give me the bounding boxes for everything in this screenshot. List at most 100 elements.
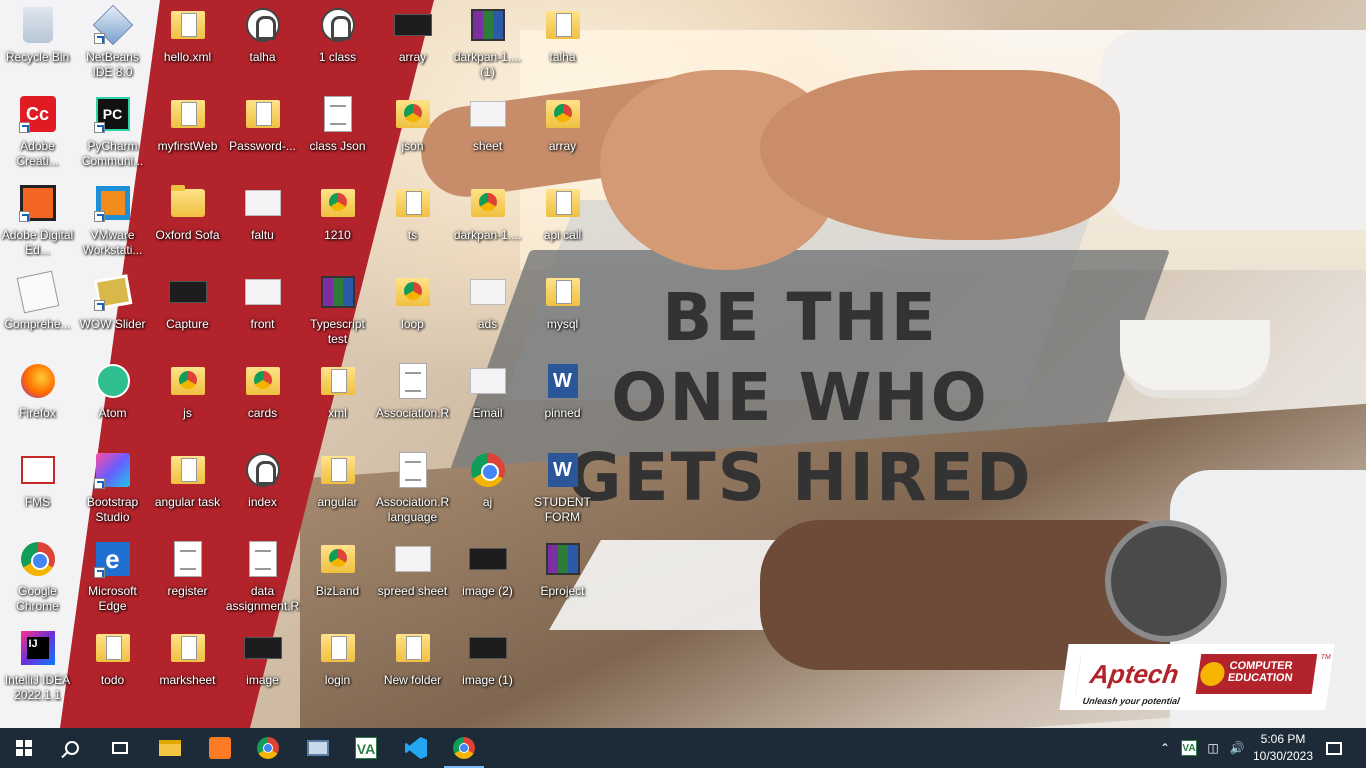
desktop-icon[interactable]: image (2) xyxy=(450,534,525,623)
desktop-icon-glyph xyxy=(394,273,432,311)
aptech-trademark: TM xyxy=(1320,654,1332,661)
desktop-icon[interactable]: array xyxy=(375,0,450,89)
desktop-icon[interactable]: Comprehe... xyxy=(0,267,75,356)
desktop-icon[interactable]: IntelliJ IDEA 2022.1.1 xyxy=(0,623,75,712)
folder-icon xyxy=(170,185,205,217)
desktop-icon[interactable]: image (1) xyxy=(450,623,525,712)
vscode-button[interactable] xyxy=(392,728,440,768)
desktop-icon[interactable]: ads xyxy=(450,267,525,356)
desktop-icon[interactable]: darkpan-1.... xyxy=(450,178,525,267)
winrar-icon xyxy=(470,9,505,41)
desktop-icon[interactable]: api call xyxy=(525,178,600,267)
desktop-icon[interactable]: talha xyxy=(225,0,300,89)
desktop-icon[interactable]: e Microsoft Edge xyxy=(75,534,150,623)
desktop-icon[interactable]: mysql xyxy=(525,267,600,356)
desktop-icon[interactable]: New folder xyxy=(375,623,450,712)
desktop-icon[interactable]: Recycle Bin xyxy=(0,0,75,89)
file-explorer-button[interactable] xyxy=(146,728,194,768)
desktop-icon-label: login xyxy=(324,673,351,687)
desktop-icon[interactable]: 1 class xyxy=(300,0,375,89)
clock[interactable]: 5:06 PM 10/30/2023 xyxy=(1244,731,1322,765)
desktop-icon[interactable]: hello.xml xyxy=(150,0,225,89)
desktop-icon[interactable]: js xyxy=(150,356,225,445)
desktop-icon[interactable]: sheet xyxy=(450,89,525,178)
desktop-icon[interactable]: register xyxy=(150,534,225,623)
desktop-icon-label: Capture xyxy=(166,317,209,331)
chrome-button[interactable] xyxy=(244,728,292,768)
desktop-icon[interactable]: loop xyxy=(375,267,450,356)
desktop-icon[interactable]: WOW Slider xyxy=(75,267,150,356)
fms-icon xyxy=(20,456,55,484)
desktop-icon[interactable]: angular xyxy=(300,445,375,534)
desktop-icon[interactable]: Firefox xyxy=(0,356,75,445)
desktop-icon[interactable]: Google Chrome xyxy=(0,534,75,623)
desktop-icon-label: spreed sheet xyxy=(377,584,448,598)
show-hidden-icons-button[interactable]: ⌃ xyxy=(1154,728,1176,768)
desktop-icon-glyph xyxy=(94,362,132,400)
desktop-icon[interactable]: Password-... xyxy=(225,89,300,178)
desktop-icon[interactable]: angular task xyxy=(150,445,225,534)
desktop-icon[interactable]: Association.R language xyxy=(375,445,450,534)
desktop-icon[interactable]: faltu xyxy=(225,178,300,267)
start-button[interactable] xyxy=(0,728,48,768)
chrome-icon xyxy=(20,542,55,576)
desktop-icon[interactable]: Association.R xyxy=(375,356,450,445)
desktop-icon-glyph xyxy=(169,362,207,400)
desktop-icon[interactable]: Oxford Sofa xyxy=(150,178,225,267)
tray-va-button[interactable]: VA xyxy=(1178,728,1200,768)
virtual-machine-icon xyxy=(307,740,329,756)
desktop-icon[interactable]: array xyxy=(525,89,600,178)
desktop-icon[interactable]: marksheet xyxy=(150,623,225,712)
desktop-icon[interactable]: Adobe Digital Ed... xyxy=(0,178,75,267)
folder-icon xyxy=(170,634,205,662)
desktop-icon[interactable]: cards xyxy=(225,356,300,445)
desktop-icon[interactable]: spreed sheet xyxy=(375,534,450,623)
network-button[interactable]: ◫ xyxy=(1202,728,1224,768)
desktop-icon[interactable]: Capture xyxy=(150,267,225,356)
desktop-icon[interactable]: json xyxy=(375,89,450,178)
desktop-icon-glyph xyxy=(319,184,357,222)
desktop-icon[interactable]: front xyxy=(225,267,300,356)
desktop-icon[interactable]: Bootstrap Studio xyxy=(75,445,150,534)
va-button[interactable]: VA xyxy=(342,728,390,768)
desktop-icon-glyph xyxy=(168,273,207,311)
desktop-icon-label: marksheet xyxy=(159,673,216,687)
desktop-icon[interactable]: image xyxy=(225,623,300,712)
task-view-button[interactable] xyxy=(96,728,144,768)
desktop-icon[interactable]: talha xyxy=(525,0,600,89)
notifications-button[interactable] xyxy=(1322,728,1346,768)
desktop-icon-glyph xyxy=(394,629,432,667)
chrome-profile-button[interactable] xyxy=(440,728,488,768)
media-file-icon xyxy=(320,8,355,42)
desktop-icon[interactable]: myfirstWeb xyxy=(150,89,225,178)
desktop-icon[interactable]: ts xyxy=(375,178,450,267)
desktop-icon[interactable]: BizLand xyxy=(300,534,375,623)
desktop-icon[interactable]: PC PyCharm Communi... xyxy=(75,89,150,178)
desktop-icon[interactable]: Eproject xyxy=(525,534,600,623)
desktop-icon[interactable]: aj xyxy=(450,445,525,534)
desktop-icon[interactable]: darkpan-1.... (1) xyxy=(450,0,525,89)
atom-icon xyxy=(95,364,130,398)
desktop-icon-label: angular task xyxy=(154,495,221,509)
desktop-icon-label: Comprehe... xyxy=(4,317,71,331)
desktop-icon[interactable]: xml xyxy=(300,356,375,445)
desktop-icon[interactable]: Atom xyxy=(75,356,150,445)
desktop-icon[interactable]: index xyxy=(225,445,300,534)
desktop-icon[interactable]: Wpinned xyxy=(525,356,600,445)
desktop-icon[interactable]: Cc Adobe Creati... xyxy=(0,89,75,178)
desktop-icon[interactable]: class Json xyxy=(300,89,375,178)
desktop-icon[interactable]: Email xyxy=(450,356,525,445)
desktop-icon[interactable]: W STUDENT FORM xyxy=(525,445,600,534)
desktop-icon[interactable]: 1210 xyxy=(300,178,375,267)
desktop-icon[interactable]: FMS xyxy=(0,445,75,534)
desktop-icon[interactable]: NetBeans IDE 8.0 xyxy=(75,0,150,89)
desktop-icon[interactable]: VMware Workstati... xyxy=(75,178,150,267)
desktop-icon[interactable]: todo xyxy=(75,623,150,712)
vm-button[interactable] xyxy=(294,728,342,768)
desktop-icon[interactable]: Typescript test xyxy=(300,267,375,356)
desktop-icon[interactable]: data assignment.R xyxy=(225,534,300,623)
search-button[interactable] xyxy=(48,728,96,768)
desktop-icon[interactable]: login xyxy=(300,623,375,712)
xampp-button[interactable] xyxy=(196,728,244,768)
folder-icon xyxy=(245,100,280,128)
